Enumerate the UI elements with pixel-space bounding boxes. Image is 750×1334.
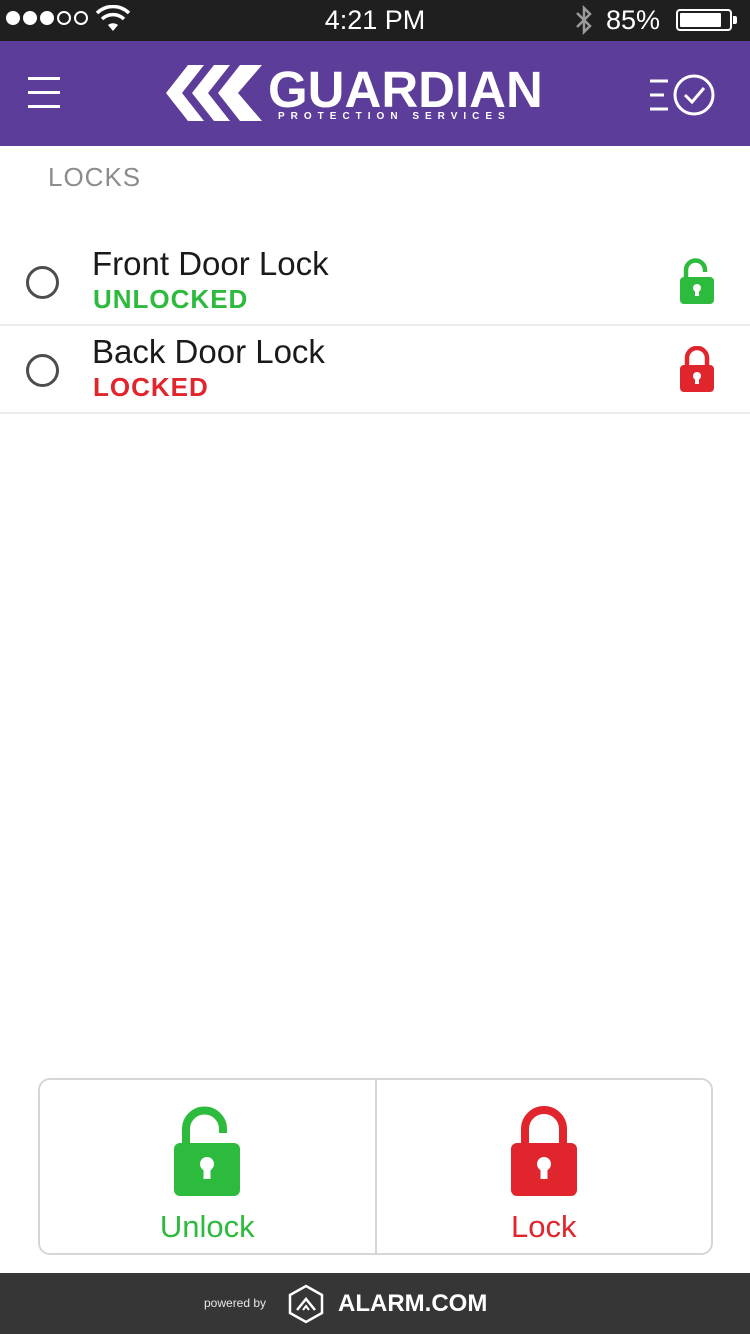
radio-button[interactable] <box>26 266 59 299</box>
status-bar: 4:21 PM 85% <box>0 0 750 41</box>
powered-by-text: powered by <box>204 1296 267 1310</box>
battery-fill <box>680 13 721 27</box>
guardian-chevron-logo-icon <box>166 65 262 121</box>
alarm-com-logo-icon <box>288 1284 324 1324</box>
lock-button[interactable]: Lock <box>374 1080 711 1253</box>
locked-padlock-icon <box>680 346 714 392</box>
provider-name: ALARM.COM <box>338 1290 488 1317</box>
locked-padlock-icon <box>510 1106 577 1196</box>
lock-name: Front Door Lock <box>92 245 329 282</box>
battery-icon <box>676 9 737 31</box>
footer: powered by ALARM.COM <box>0 1273 750 1334</box>
unlock-label: Unlock <box>159 1209 255 1244</box>
hamburger-menu-icon[interactable] <box>28 77 60 111</box>
lock-status: UNLOCKED <box>93 284 249 314</box>
lock-status: LOCKED <box>93 372 209 402</box>
guardian-logo: GUARDIAN PROTECTION SERVICES <box>164 61 554 129</box>
battery-nub <box>733 16 737 24</box>
lock-row-front-door[interactable]: Front Door Lock UNLOCKED <box>0 238 750 326</box>
battery-percentage: 85% <box>606 5 661 35</box>
history-clock-icon[interactable] <box>648 73 720 117</box>
unlocked-padlock-icon <box>174 1106 241 1196</box>
section-title: LOCKS <box>48 162 142 192</box>
app-header: GUARDIAN PROTECTION SERVICES <box>0 41 750 146</box>
brand-tagline: PROTECTION SERVICES <box>278 111 511 122</box>
lock-row-back-door[interactable]: Back Door Lock LOCKED <box>0 326 750 414</box>
unlocked-padlock-icon <box>680 258 714 304</box>
lock-name: Back Door Lock <box>92 333 325 370</box>
lock-label: Lock <box>511 1209 577 1244</box>
bluetooth-icon <box>576 5 592 35</box>
radio-button[interactable] <box>26 354 59 387</box>
unlock-button[interactable]: Unlock <box>40 1080 375 1253</box>
lock-action-panel: Unlock Lock <box>38 1078 713 1255</box>
